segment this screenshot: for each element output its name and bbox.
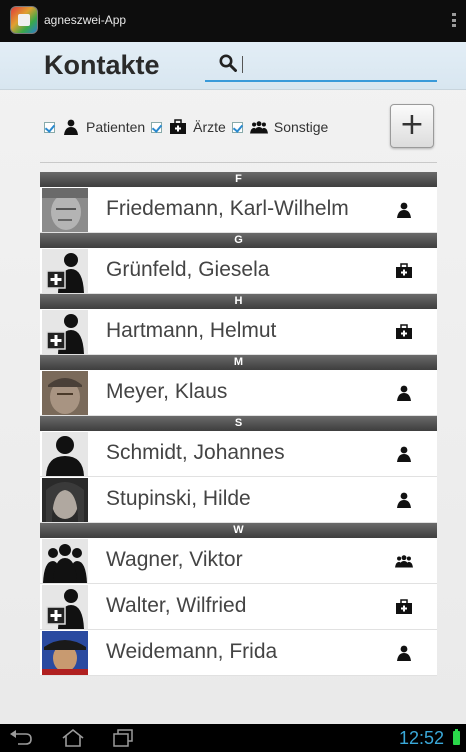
- section-header-h: H: [40, 294, 437, 309]
- person-icon: [64, 119, 78, 135]
- contact-row-stupinski[interactable]: Stupinski, Hilde: [40, 477, 437, 523]
- status-clock: 12:52: [398, 728, 444, 748]
- contact-row-hartmann[interactable]: Hartmann, Helmut: [40, 309, 437, 355]
- home-icon[interactable]: [60, 728, 86, 748]
- page-title: Kontakte: [44, 50, 160, 80]
- contact-name: Stupinski, Hilde: [106, 487, 251, 510]
- contact-row-gruenfeld[interactable]: Grünfeld, Giesela: [40, 248, 437, 294]
- contact-name: Hartmann, Helmut: [106, 319, 277, 342]
- patient-type-icon: [397, 446, 411, 462]
- avatar-doctor-placeholder: [42, 249, 88, 293]
- avatar-photo: [42, 188, 88, 232]
- overflow-menu-icon[interactable]: [452, 13, 456, 27]
- add-contact-button[interactable]: +: [390, 104, 434, 148]
- search-input[interactable]: [249, 52, 429, 78]
- filter-aerzte[interactable]: Ärzte: [151, 119, 226, 135]
- patient-type-icon: [397, 385, 411, 401]
- doctor-type-icon: [396, 263, 412, 278]
- contact-name: Wagner, Viktor: [106, 548, 243, 571]
- group-icon: [249, 121, 268, 134]
- contact-row-schmidt[interactable]: Schmidt, Johannes: [40, 431, 437, 477]
- app-title: agneszwei-App: [44, 13, 127, 27]
- filter-patienten[interactable]: Patienten: [44, 119, 145, 135]
- doctor-type-icon: [396, 599, 412, 614]
- text-cursor: [242, 56, 243, 73]
- contact-row-friedemann[interactable]: Friedemann, Karl-Wilhelm: [40, 187, 437, 233]
- contact-row-walter[interactable]: Walter, Wilfried: [40, 584, 437, 630]
- checkbox-patienten[interactable]: [44, 121, 55, 133]
- other-type-icon: [395, 555, 413, 568]
- contact-name: Grünfeld, Giesela: [106, 258, 270, 281]
- section-header-w: W: [40, 523, 437, 538]
- patient-type-icon: [397, 492, 411, 508]
- section-header-s: S: [40, 416, 437, 431]
- checkbox-sonstige[interactable]: [231, 121, 243, 133]
- recent-apps-icon[interactable]: [110, 728, 136, 748]
- contact-row-meyer[interactable]: Meyer, Klaus: [40, 370, 437, 416]
- back-icon[interactable]: [8, 728, 34, 748]
- patient-type-icon: [397, 645, 411, 661]
- app-logo-icon[interactable]: [10, 6, 38, 34]
- avatar-photo: [42, 371, 88, 415]
- avatar-photo: [42, 478, 88, 522]
- filter-sonstige[interactable]: Sonstige: [231, 119, 329, 135]
- contact-list[interactable]: F Friedemann, Karl-Wilhelm G Grünfeld, G…: [40, 172, 437, 676]
- filter-label-patienten: Patienten: [86, 119, 146, 135]
- system-navigation-bar: 12:52: [0, 724, 466, 752]
- section-header-f: F: [40, 172, 437, 187]
- divider: [40, 162, 437, 163]
- checkbox-aerzte[interactable]: [151, 121, 163, 133]
- doctor-type-icon: [396, 324, 412, 339]
- search-icon[interactable]: [219, 54, 237, 72]
- contact-name: Walter, Wilfried: [106, 594, 247, 617]
- filter-label-aerzte: Ärzte: [193, 119, 226, 135]
- contact-row-wagner[interactable]: Wagner, Viktor: [40, 538, 437, 584]
- contact-name: Meyer, Klaus: [106, 380, 228, 403]
- filter-label-sonstige: Sonstige: [273, 119, 329, 135]
- contact-row-weidemann[interactable]: Weidemann, Frida: [40, 630, 437, 676]
- contact-name: Weidemann, Frida: [106, 640, 278, 663]
- avatar-person-placeholder: [42, 432, 88, 476]
- search-box[interactable]: [205, 50, 437, 82]
- section-header-m: M: [40, 355, 437, 370]
- avatar-doctor-placeholder: [42, 585, 88, 629]
- patient-type-icon: [397, 202, 411, 218]
- avatar-photo: [42, 631, 88, 675]
- battery-icon: [453, 729, 460, 745]
- contact-name: Friedemann, Karl-Wilhelm: [106, 197, 349, 220]
- contact-name: Schmidt, Johannes: [106, 441, 285, 464]
- contacts-header: Kontakte: [0, 42, 466, 90]
- doctor-bag-icon: [170, 119, 187, 134]
- avatar-group-placeholder: [42, 539, 88, 583]
- avatar-doctor-placeholder: [42, 310, 88, 354]
- contact-type-filters: Patienten Ärzte Sonstige: [44, 112, 334, 142]
- contacts-screen: Kontakte Patienten Ärzte Sonstige + F Fr…: [0, 42, 466, 724]
- section-header-g: G: [40, 233, 437, 248]
- app-titlebar: agneszwei-App: [0, 0, 466, 42]
